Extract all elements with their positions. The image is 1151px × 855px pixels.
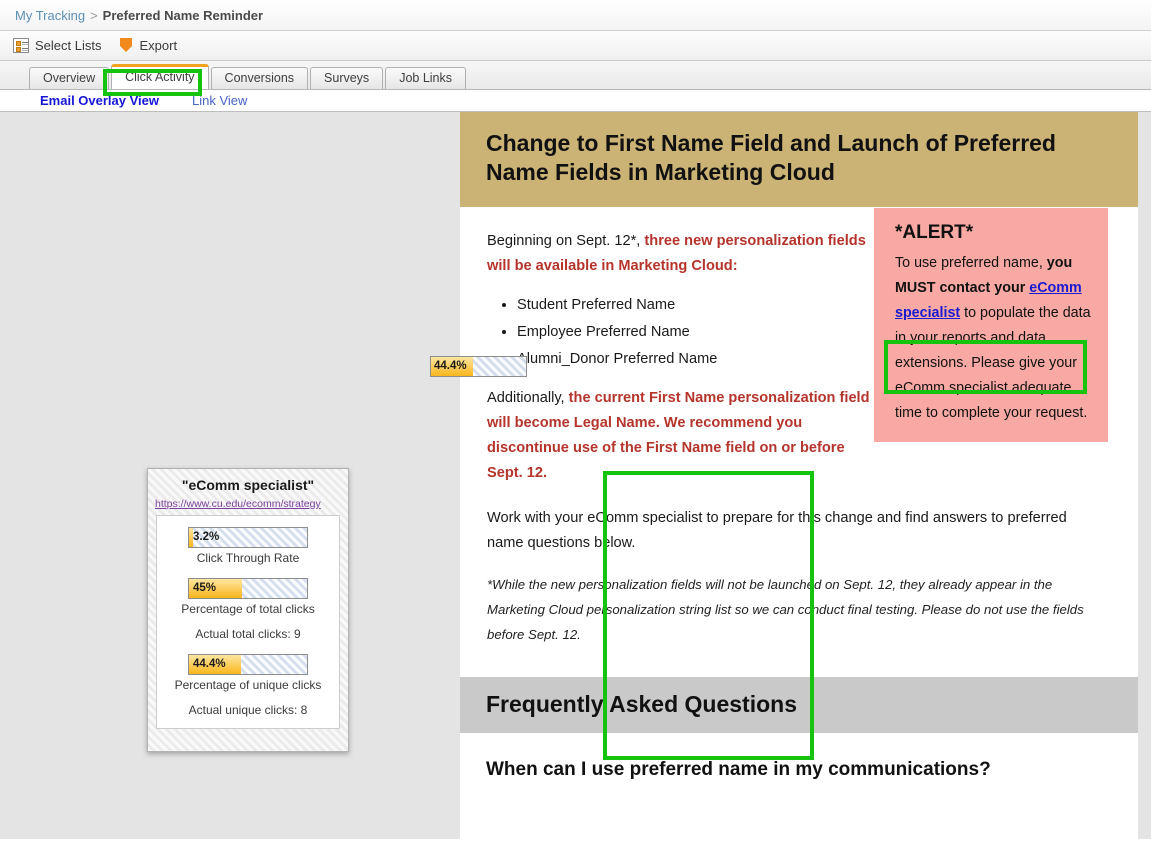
para2-plain: Additionally, bbox=[487, 390, 569, 406]
sub-navigation: Email Overlay View Link View bbox=[0, 90, 1151, 112]
alert-line1: To use preferred name, bbox=[895, 255, 1047, 271]
subnav-link-view[interactable]: Link View bbox=[192, 93, 247, 108]
total-clicks-bar: 45% bbox=[188, 578, 308, 599]
faq-band: Frequently Asked Questions bbox=[460, 677, 1138, 733]
email-overlay-stage: Change to First Name Field and Launch of… bbox=[0, 112, 1151, 839]
email-preview-canvas: Change to First Name Field and Launch of… bbox=[460, 112, 1138, 839]
email-header-banner: Change to First Name Field and Launch of… bbox=[460, 112, 1138, 207]
footnote-text: *While the new personalization fields wi… bbox=[487, 577, 1084, 642]
alert-tail: to populate the data in your reports and… bbox=[895, 305, 1091, 421]
third-paragraph: Work with your eComm specialist to prepa… bbox=[487, 510, 1067, 551]
tab-job-links[interactable]: Job Links bbox=[385, 67, 466, 89]
inline-bar-label: 44.4% bbox=[434, 360, 467, 372]
select-lists-icon bbox=[13, 38, 29, 53]
metric-click-through-rate: 3.2% Click Through Rate bbox=[157, 527, 339, 565]
intro-plain: Beginning on Sept. 12*, bbox=[487, 233, 645, 249]
breadcrumb: My Tracking > Preferred Name Reminder bbox=[0, 0, 1151, 31]
tab-click-activity[interactable]: Click Activity bbox=[111, 64, 209, 89]
tab-surveys[interactable]: Surveys bbox=[310, 67, 384, 89]
tab-overview[interactable]: Overview bbox=[29, 67, 110, 89]
breadcrumb-separator: > bbox=[90, 7, 98, 23]
tab-conversions[interactable]: Conversions bbox=[210, 67, 309, 89]
list-item: Employee Preferred Name bbox=[517, 320, 882, 345]
email-body: Beginning on Sept. 12*, three new person… bbox=[460, 207, 1138, 647]
alert-title: *ALERT* bbox=[895, 222, 974, 243]
faq-question: When can I use preferred name in my comm… bbox=[486, 759, 991, 780]
subnav-email-overlay-view[interactable]: Email Overlay View bbox=[40, 93, 159, 108]
unique-clicks-bar-label: 44.4% bbox=[193, 658, 226, 670]
preferred-name-field-list: Student Preferred Name Employee Preferre… bbox=[487, 293, 882, 372]
unique-clicks-bar: 44.4% bbox=[188, 654, 308, 675]
breadcrumb-parent-link[interactable]: My Tracking bbox=[15, 8, 85, 23]
ctr-bar-label: 3.2% bbox=[193, 531, 220, 543]
intro-paragraph: Beginning on Sept. 12*, three new person… bbox=[487, 229, 882, 279]
export-button[interactable]: Export bbox=[119, 38, 177, 53]
total-clicks-actual: Actual total clicks: 9 bbox=[195, 627, 301, 641]
alert-callout: *ALERT* To use preferred name, you MUST … bbox=[874, 208, 1108, 442]
intro-tail: : bbox=[732, 258, 738, 274]
scroll-gutter[interactable] bbox=[1138, 112, 1151, 839]
faq-heading: Frequently Asked Questions bbox=[486, 691, 797, 717]
export-icon bbox=[119, 38, 133, 53]
select-lists-label: Select Lists bbox=[35, 38, 102, 53]
metric-unique-clicks: 44.4% Percentage of unique clicks Actual… bbox=[157, 654, 339, 717]
ctr-bar: 3.2% bbox=[188, 527, 308, 548]
popup-metrics: 3.2% Click Through Rate 45% Percentage o… bbox=[156, 515, 340, 729]
ctr-label: Click Through Rate bbox=[196, 551, 300, 565]
popup-url-link[interactable]: https://www.cu.edu/ecomm/strategy bbox=[148, 498, 348, 515]
inline-click-overlay-bar[interactable]: 44.4% bbox=[430, 356, 527, 377]
total-clicks-label: Percentage of total clicks bbox=[181, 602, 315, 616]
breadcrumb-current: Preferred Name Reminder bbox=[102, 7, 264, 23]
popup-title: "eComm specialist" bbox=[181, 477, 315, 493]
tab-bar: Overview Click Activity Conversions Surv… bbox=[0, 61, 1151, 90]
export-label: Export bbox=[139, 38, 178, 53]
list-item: Alumni_Donor Preferred Name bbox=[517, 347, 882, 372]
total-clicks-bar-label: 45% bbox=[193, 582, 217, 594]
toolbar: Select Lists Export bbox=[0, 31, 1151, 61]
alert-body: To use preferred name, you MUST contact … bbox=[895, 251, 1091, 426]
select-lists-button[interactable]: Select Lists bbox=[13, 38, 101, 53]
email-body-column: Beginning on Sept. 12*, three new person… bbox=[487, 229, 882, 486]
second-paragraph: Additionally, the current First Name per… bbox=[487, 386, 882, 486]
metric-total-clicks: 45% Percentage of total clicks Actual to… bbox=[157, 578, 339, 641]
email-title: Change to First Name Field and Launch of… bbox=[486, 130, 1056, 185]
unique-clicks-actual: Actual unique clicks: 8 bbox=[188, 703, 308, 717]
unique-clicks-label: Percentage of unique clicks bbox=[174, 678, 322, 692]
list-item: Student Preferred Name bbox=[517, 293, 882, 318]
click-stats-popup: "eComm specialist" https://www.cu.edu/ec… bbox=[147, 468, 349, 752]
